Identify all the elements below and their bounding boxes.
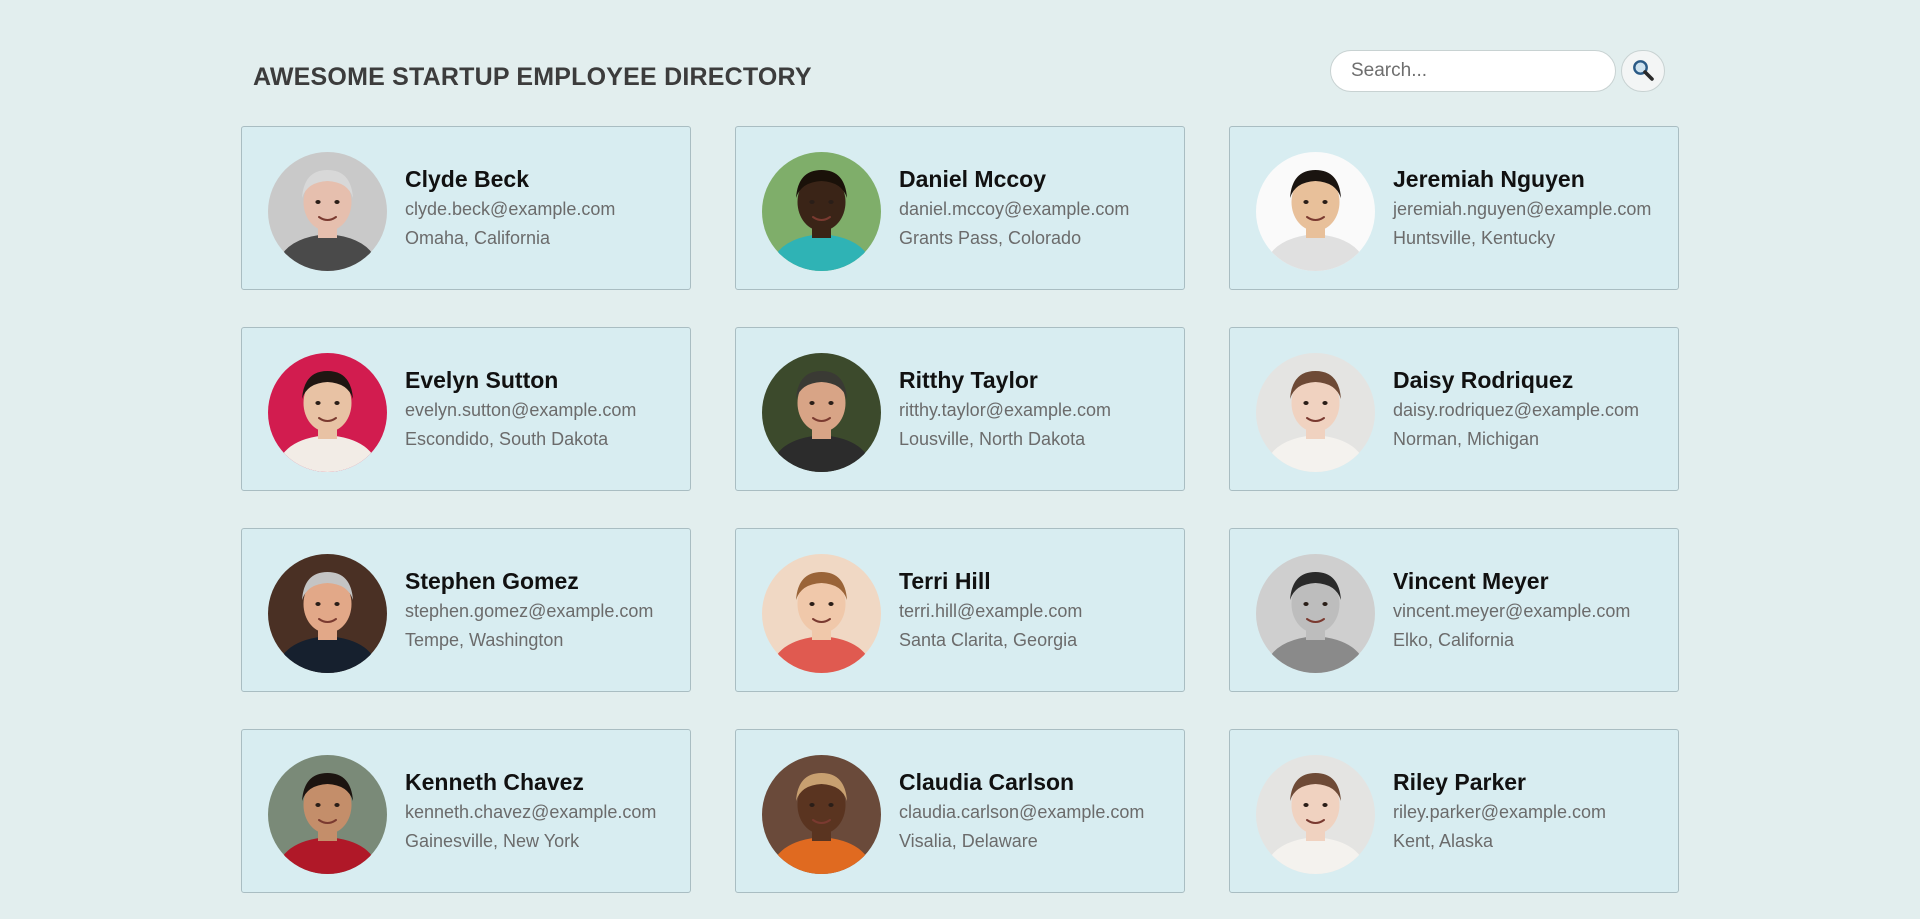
employee-card[interactable]: Terri Hill terri.hill@example.com Santa Cl… [735,528,1185,692]
employee-card[interactable]: Stephen Gomez stephen.gomez@example.com Te… [241,528,691,692]
avatar [268,554,387,673]
employee-card[interactable]: Riley Parker riley.parker@example.com Kent… [1229,729,1679,893]
employee-card[interactable]: Kenneth Chavez kenneth.chavez@example.com… [241,729,691,893]
avatar [762,554,881,673]
avatar [762,152,881,271]
employee-email: vincent.meyer@example.com [1393,601,1631,621]
avatar [1256,353,1375,472]
employee-card[interactable]: Daniel Mccoy daniel.mccoy@example.com Gran… [735,126,1185,290]
employee-info: Stephen Gomez stephen.gomez@example.com Te… [405,567,685,651]
avatar [1256,755,1375,874]
employee-info: Kenneth Chavez kenneth.chavez@example.com… [405,768,685,852]
employee-location: Huntsville, Kentucky [1393,228,1556,248]
employee-name: Vincent Meyer [1393,568,1549,594]
page-title: AWESOME STARTUP EMPLOYEE DIRECTORY [253,63,812,91]
employee-location: Norman, Michigan [1393,429,1540,449]
employee-location: Elko, California [1393,630,1515,650]
employee-name: Jeremiah Nguyen [1393,166,1585,192]
avatar [762,353,881,472]
employee-name: Daisy Rodriquez [1393,367,1574,393]
employee-card[interactable]: Evelyn Sutton evelyn.sutton@example.com Es… [241,327,691,491]
employee-email: kenneth.chavez@example.com [405,802,657,822]
employee-name: Daniel Mccoy [899,166,1046,192]
avatar [268,152,387,271]
avatar [268,755,387,874]
employee-location: Grants Pass, Colorado [899,228,1082,248]
employee-card[interactable]: Clyde Beck clyde.beck@example.com Omaha, C… [241,126,691,290]
employee-email: evelyn.sutton@example.com [405,400,637,420]
search-input[interactable] [1330,50,1616,92]
employee-card[interactable]: Jeremiah Nguyen jeremiah.nguyen@example.c… [1229,126,1679,290]
employee-email: clyde.beck@example.com [405,199,616,219]
search-button[interactable] [1621,50,1665,92]
employee-card[interactable]: Daisy Rodriquez daisy.rodriquez@example.c… [1229,327,1679,491]
search-icon [1631,58,1655,85]
employee-info: Vincent Meyer vincent.meyer@example.com El… [1393,567,1673,651]
employee-location: Tempe, Washington [405,630,564,650]
employee-info: Claudia Carlson claudia.carlson@example.c… [899,768,1179,852]
employee-location: Omaha, California [405,228,551,248]
employee-card[interactable]: Claudia Carlson claudia.carlson@example.c… [735,729,1185,893]
employee-info: Ritthy Taylor ritthy.taylor@example.com Lo… [899,366,1179,450]
employee-card[interactable]: Ritthy Taylor ritthy.taylor@example.com Lo… [735,327,1185,491]
employee-name: Ritthy Taylor [899,367,1038,393]
employee-info: Riley Parker riley.parker@example.com Kent… [1393,768,1673,852]
employee-gallery: Clyde Beck clyde.beck@example.com Omaha, C… [241,126,1679,893]
avatar [1256,554,1375,673]
employee-email: riley.parker@example.com [1393,802,1607,822]
employee-info: Jeremiah Nguyen jeremiah.nguyen@example.c… [1393,165,1673,249]
header: AWESOME STARTUP EMPLOYEE DIRECTORY [241,50,1679,92]
employee-name: Riley Parker [1393,769,1526,795]
employee-info: Terri Hill terri.hill@example.com Santa Cl… [899,567,1179,651]
employee-name: Claudia Carlson [899,769,1075,795]
employee-location: Visalia, Delaware [899,831,1038,851]
avatar [762,755,881,874]
employee-card[interactable]: Vincent Meyer vincent.meyer@example.com El… [1229,528,1679,692]
employee-email: jeremiah.nguyen@example.com [1393,199,1652,219]
search-form [1330,50,1665,92]
employee-name: Terri Hill [899,568,991,594]
page: AWESOME STARTUP EMPLOYEE DIRECTORY Clyde… [0,0,1920,919]
employee-location: Santa Clarita, Georgia [899,630,1078,650]
employee-location: Kent, Alaska [1393,831,1494,851]
employee-email: daniel.mccoy@example.com [899,199,1130,219]
employee-location: Escondido, South Dakota [405,429,609,449]
employee-info: Daniel Mccoy daniel.mccoy@example.com Gran… [899,165,1179,249]
employee-name: Clyde Beck [405,166,530,192]
employee-info: Clyde Beck clyde.beck@example.com Omaha, C… [405,165,685,249]
employee-email: daisy.rodriquez@example.com [1393,400,1640,420]
employee-location: Lousville, North Dakota [899,429,1086,449]
employee-info: Evelyn Sutton evelyn.sutton@example.com Es… [405,366,685,450]
employee-location: Gainesville, New York [405,831,580,851]
employee-email: terri.hill@example.com [899,601,1083,621]
employee-email: ritthy.taylor@example.com [899,400,1112,420]
employee-email: claudia.carlson@example.com [899,802,1145,822]
avatar [268,353,387,472]
employee-info: Daisy Rodriquez daisy.rodriquez@example.c… [1393,366,1673,450]
employee-name: Stephen Gomez [405,568,579,594]
employee-email: stephen.gomez@example.com [405,601,654,621]
employee-name: Evelyn Sutton [405,367,559,393]
avatar [1256,152,1375,271]
employee-name: Kenneth Chavez [405,769,584,795]
